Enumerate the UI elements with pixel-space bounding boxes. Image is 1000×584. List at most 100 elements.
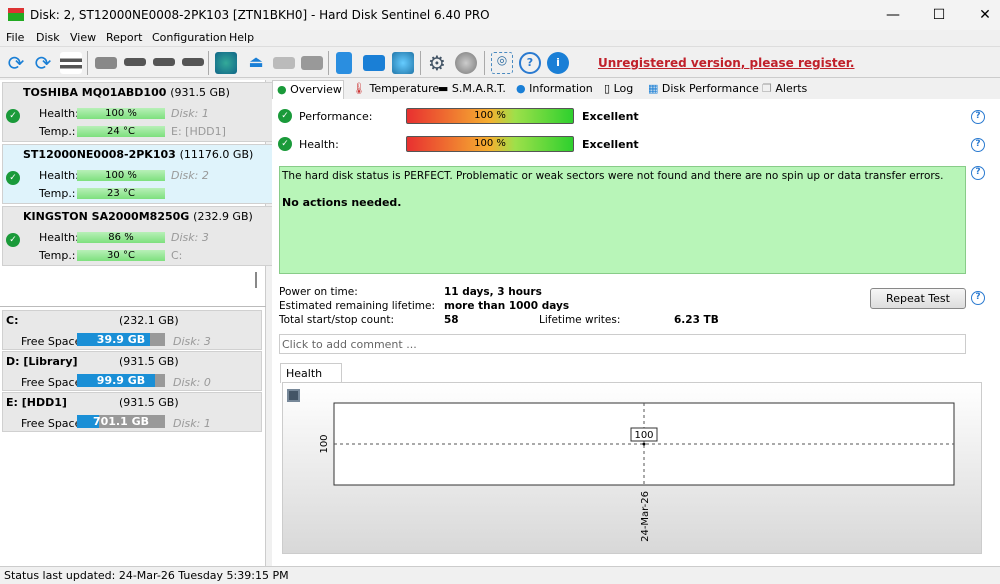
disk-name: KINGSTON SA2000M8250G	[23, 210, 189, 223]
email-icon[interactable]	[363, 55, 385, 71]
document-icon: ▯	[604, 82, 610, 95]
volume-name: E: [HDD1]	[6, 396, 67, 409]
help-icon[interactable]: ?	[971, 138, 985, 152]
close-button[interactable]: ✕	[962, 4, 1000, 26]
health-bar: 86 %	[77, 232, 165, 243]
volume-item[interactable]: D: [Library] (931.5 GB) Free Space 99.9 …	[2, 351, 262, 391]
window-title: Disk: 2, ST12000NE0008-2PK103 [ZTN1BKH0]…	[30, 8, 490, 22]
check-icon: ✓	[6, 233, 20, 247]
disk-item[interactable]: KINGSTON SA2000M8250G (232.9 GB) ✓ Healt…	[2, 206, 276, 266]
temp-bar: 23 °C	[77, 188, 165, 199]
thermometer-icon: 🌡	[352, 82, 366, 95]
refresh-warning-icon[interactable]: ⟳	[32, 52, 54, 74]
menu-file[interactable]: File	[6, 31, 24, 44]
comment-input[interactable]: Click to add comment ...	[279, 334, 966, 354]
data-point	[643, 443, 646, 446]
menu-bar: File Disk View Report Configuration Help	[0, 30, 1000, 46]
performance-bar: 100 %	[406, 108, 574, 124]
health-label: Health:	[39, 231, 71, 244]
repeat-test-button[interactable]: Repeat Test	[870, 288, 966, 309]
volume-size: (931.5 GB)	[119, 355, 179, 368]
tab-information[interactable]: ● Information	[512, 80, 597, 99]
health-label: Health:	[299, 138, 339, 151]
status-text: The hard disk status is PERFECT. Problem…	[282, 170, 944, 182]
screenshot-icon[interactable]: ◎	[491, 52, 513, 74]
disk-number: Disk: 2	[171, 169, 209, 182]
menu-disk[interactable]: Disk	[36, 31, 60, 44]
register-link[interactable]: Unregistered version, please register.	[598, 56, 855, 70]
refresh-icon[interactable]: ⟳	[5, 52, 27, 74]
power-on-value: 11 days, 3 hours	[444, 286, 542, 298]
status-action: No actions needed.	[282, 196, 401, 209]
volume-disk: Disk: 0	[173, 376, 211, 389]
check-icon: ✓	[278, 137, 292, 151]
volume-item[interactable]: E: [HDD1] (931.5 GB) Free Space 701.1 GB…	[2, 392, 262, 432]
drive-icon[interactable]	[273, 57, 295, 69]
help-icon[interactable]: ?	[971, 110, 985, 124]
status-bar: Status last updated: 24-Mar-26 Tuesday 5…	[0, 566, 1000, 584]
tab-log[interactable]: ▯ Log	[600, 80, 637, 99]
x-tick-label: 24-Mar-26	[640, 491, 651, 542]
minimize-button[interactable]: —	[870, 4, 916, 26]
chart-icon: ▦	[648, 82, 658, 95]
help-icon[interactable]: ?	[971, 166, 985, 180]
menu-view[interactable]: View	[70, 31, 96, 44]
free-space-bar: 99.9 GB	[77, 374, 165, 387]
eject-icon[interactable]: ⏏	[245, 52, 267, 74]
startstop-value: 58	[444, 314, 459, 326]
tab-health-chart[interactable]: Health (%)	[280, 363, 342, 383]
maximize-button[interactable]: ☐	[916, 4, 962, 26]
volume-item[interactable]: C: (232.1 GB) Free Space 39.9 GB Disk: 3	[2, 310, 262, 350]
check-icon: ✓	[278, 109, 292, 123]
temp-label: Temp.:	[39, 125, 71, 138]
health-label: Health:	[39, 107, 71, 120]
title-bar: Disk: 2, ST12000NE0008-2PK103 [ZTN1BKH0]…	[0, 0, 1000, 30]
health-label: Health:	[39, 169, 71, 182]
help-icon[interactable]: ?	[971, 291, 985, 305]
temp-label: Temp.:	[39, 187, 71, 200]
disk-panel: TOSHIBA MQ01ABD100 (931.5 GB) ✓ Health: …	[0, 80, 266, 566]
check-icon: ✓	[6, 171, 20, 185]
disk-item-selected[interactable]: ST12000NE0008-2PK103 (11176.0 GB) ✓ Heal…	[2, 144, 276, 204]
tab-disk-performance[interactable]: ▦ Disk Performance	[644, 80, 763, 99]
disk-icon[interactable]	[95, 57, 117, 69]
disk-size: (931.5 GB)	[170, 86, 230, 99]
disk-name: TOSHIBA MQ01ABD100	[23, 86, 166, 99]
globe-disk-icon[interactable]	[215, 52, 237, 74]
sound-icon[interactable]	[455, 52, 477, 74]
external-drive-icon[interactable]	[301, 56, 323, 70]
disk-check-icon[interactable]	[153, 58, 175, 66]
tab-smart[interactable]: ▬ S.M.A.R.T.	[434, 80, 510, 99]
disk-item[interactable]: TOSHIBA MQ01ABD100 (931.5 GB) ✓ Health: …	[2, 82, 276, 142]
disk-search-icon[interactable]	[182, 58, 204, 66]
menu-report[interactable]: Report	[106, 31, 142, 44]
info-icon: ●	[516, 82, 526, 95]
drive-icon: ▬	[438, 82, 448, 95]
app-icon	[8, 8, 24, 21]
network-icon[interactable]	[392, 52, 414, 74]
tab-temperature[interactable]: 🌡 Temperature	[348, 80, 443, 99]
disk-schedule-icon[interactable]	[124, 58, 146, 66]
health-bar: 100 %	[77, 108, 165, 119]
free-space-label: Free Space	[21, 417, 81, 430]
gear-icon[interactable]: ⚙	[426, 52, 448, 74]
help-icon[interactable]: ?	[519, 52, 541, 74]
report-icon[interactable]	[336, 52, 352, 74]
tab-alerts[interactable]: ❐ Alerts	[758, 80, 811, 99]
menu-help[interactable]: Help	[229, 31, 254, 44]
scrollbar[interactable]	[255, 272, 257, 288]
info-icon[interactable]: i	[547, 52, 569, 74]
volume-size: (232.1 GB)	[119, 314, 179, 327]
menu-configuration[interactable]: Configuration	[152, 31, 227, 44]
writes-label: Lifetime writes:	[539, 314, 620, 326]
disk-size: (232.9 GB)	[193, 210, 253, 223]
disk-list-icon[interactable]	[60, 52, 82, 74]
temp-bar: 30 °C	[77, 250, 165, 261]
startstop-label: Total start/stop count:	[279, 314, 394, 326]
health-rating: Excellent	[582, 138, 639, 151]
temp-label: Temp.:	[39, 249, 71, 262]
status-box: The hard disk status is PERFECT. Problem…	[279, 166, 966, 274]
tab-overview[interactable]: ● Overview	[272, 80, 344, 99]
alerts-icon: ❐	[762, 82, 772, 95]
volume-name: D: [Library]	[6, 355, 78, 368]
